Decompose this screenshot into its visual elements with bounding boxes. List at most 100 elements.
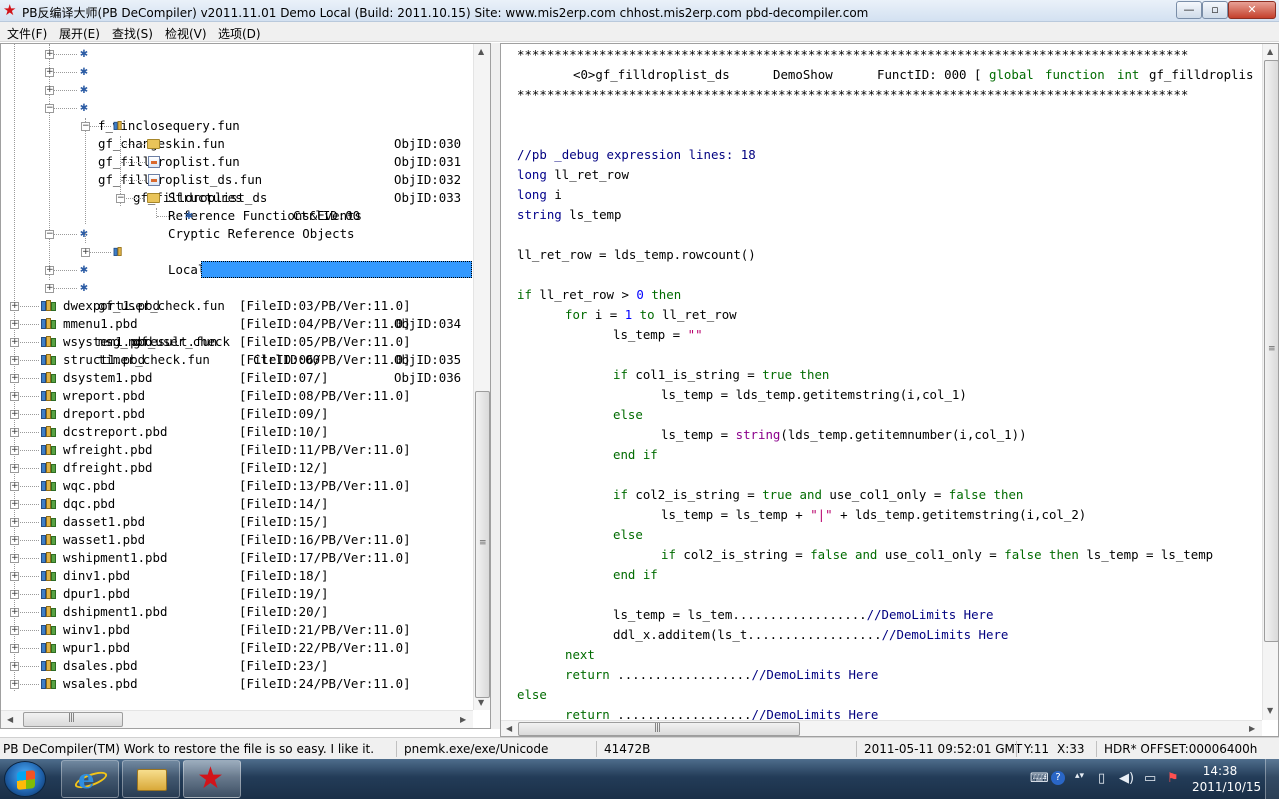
expand-toggle-icon[interactable]: + xyxy=(10,374,19,383)
expand-toggle-icon[interactable]: + xyxy=(10,554,19,563)
scroll-down-arrow-icon[interactable]: ▼ xyxy=(478,698,484,707)
taskbar-pbdecompiler-button[interactable]: ★ xyxy=(183,760,241,798)
expand-toggle-icon[interactable]: + xyxy=(10,644,19,653)
start-button[interactable] xyxy=(4,761,46,797)
expand-toggle-icon[interactable]: + xyxy=(10,320,19,329)
expand-toggle-icon[interactable]: + xyxy=(10,302,19,311)
action-center-icon[interactable]: ▭ xyxy=(1144,771,1156,786)
collapse-toggle-icon[interactable]: − xyxy=(45,104,54,113)
tree-scroll-thumb[interactable]: ≡ xyxy=(475,391,490,698)
expand-toggle-icon[interactable]: + xyxy=(10,356,19,365)
show-desktop-button[interactable] xyxy=(1265,759,1279,799)
tree-node-fun[interactable]: + ✱ gf_changeskin.fun ObjID:031 xyxy=(1,63,473,169)
tree-node-reference-functions[interactable]: Reference Functions&Events xyxy=(1,153,401,223)
app-star-icon[interactable]: ★ xyxy=(3,2,16,19)
tree-node-pbd[interactable]: + wasset1.pbd [FileID:16/PB/Ver:11.0] xyxy=(1,531,473,549)
tree-node-pbd[interactable]: + mmenu1.pbd [FileID:04/PB/Ver:11.0] xyxy=(1,315,473,333)
taskbar-explorer-button[interactable] xyxy=(122,760,180,798)
tree-node-pbd[interactable]: + dwexport1.pbd [FileID:03/PB/Ver:11.0] xyxy=(1,297,473,315)
code-vertical-scrollbar[interactable]: ▲ ≡ ▼ xyxy=(1262,44,1278,720)
scroll-right-arrow-icon[interactable]: ▶ xyxy=(1249,724,1255,733)
expand-toggle-icon[interactable]: + xyxy=(10,410,19,419)
tree-node-pbd[interactable]: + struct1.pbd [FileID:06/PB/Ver:11.0] xyxy=(1,351,473,369)
expand-toggle-icon[interactable]: + xyxy=(45,86,54,95)
scroll-left-arrow-icon[interactable]: ◀ xyxy=(506,724,512,733)
tree-node-pbd[interactable]: + wreport.pbd [FileID:08/PB/Ver:11.0] xyxy=(1,387,473,405)
taskbar-ie-button[interactable]: e xyxy=(61,760,119,798)
expand-toggle-icon[interactable]: + xyxy=(10,536,19,545)
scroll-right-arrow-icon[interactable]: ▶ xyxy=(460,715,466,724)
close-button[interactable]: ✕ xyxy=(1228,1,1276,19)
tree-node-pbd[interactable]: + wsales.pbd [FileID:24/PB/Ver:11.0] xyxy=(1,675,473,693)
tree-node-pbd[interactable]: + dpur1.pbd [FileID:19/] xyxy=(1,585,473,603)
expand-toggle-icon[interactable]: + xyxy=(10,680,19,689)
scroll-up-arrow-icon[interactable]: ▲ xyxy=(478,47,484,56)
tree-node-fun[interactable]: + ✱ msg_noresult.fun ObjID:035 xyxy=(1,261,473,367)
expand-toggle-icon[interactable]: + xyxy=(10,518,19,527)
tree-node-pbd[interactable]: + wshipment1.pbd [FileID:17/PB/Ver:11.0] xyxy=(1,549,473,567)
keyboard-icon[interactable]: ⌨ xyxy=(1030,771,1049,786)
device-icon[interactable]: ▯ xyxy=(1098,771,1105,786)
tree-node-local-functions[interactable]: − Local Functions xyxy=(1,189,401,277)
tree-node-pbd[interactable]: + winv1.pbd [FileID:21/PB/Ver:11.0] xyxy=(1,621,473,639)
help-icon[interactable]: ? xyxy=(1051,771,1065,785)
expand-toggle-icon[interactable]: + xyxy=(10,572,19,581)
tray-clock[interactable]: 14:38 2011/10/15 xyxy=(1192,763,1261,795)
expand-toggle-icon[interactable]: + xyxy=(10,662,19,671)
expand-toggle-icon[interactable]: + xyxy=(10,392,19,401)
expand-toggle-icon[interactable]: + xyxy=(10,464,19,473)
tree-node-object[interactable]: + gf_user_check CtrlID:00 xyxy=(1,233,401,367)
tree-node-fun[interactable]: + ✱ gf_filldroplist.fun ObjID:032 xyxy=(1,81,473,187)
expand-toggle-icon[interactable]: + xyxy=(10,626,19,635)
expand-toggle-icon[interactable]: + xyxy=(45,50,54,59)
expand-toggle-icon[interactable]: + xyxy=(81,248,90,257)
menu-file[interactable]: 文件(F) xyxy=(7,25,47,42)
tree-node-fun[interactable]: + ✱ timer_check.fun ObjID:036 xyxy=(1,279,473,385)
object-tree[interactable]: + ✱ f_winclosequery.fun ObjID:030 + ✱ gf… xyxy=(1,44,473,710)
tree-node-pbd[interactable]: + dsales.pbd [FileID:23/] xyxy=(1,657,473,675)
volume-icon[interactable]: ◀) xyxy=(1119,771,1134,786)
expand-toggle-icon[interactable]: + xyxy=(10,428,19,437)
expand-toggle-icon[interactable]: + xyxy=(10,338,19,347)
scroll-down-arrow-icon[interactable]: ▼ xyxy=(1267,706,1273,715)
network-icon[interactable]: ▴▾ xyxy=(1075,771,1084,781)
tree-node-pbd[interactable]: + wpur1.pbd [FileID:22/PB/Ver:11.0] xyxy=(1,639,473,657)
expand-toggle-icon[interactable]: + xyxy=(10,500,19,509)
tree-node-pbd[interactable]: + wqc.pbd [FileID:13/PB/Ver:11.0] xyxy=(1,477,473,495)
tree-node-pbd[interactable]: + dreport.pbd [FileID:09/] xyxy=(1,405,473,423)
tree-node-fun[interactable]: + ✱ f_winclosequery.fun ObjID:030 xyxy=(1,45,473,151)
tree-node-pbd[interactable]: + dqc.pbd [FileID:14/] xyxy=(1,495,473,513)
expand-toggle-icon[interactable]: + xyxy=(45,266,54,275)
collapse-toggle-icon[interactable]: − xyxy=(116,194,125,203)
menu-find[interactable]: 查找(S) xyxy=(112,25,153,42)
expand-toggle-icon[interactable]: + xyxy=(10,608,19,617)
code-scroll-thumb[interactable]: ≡ xyxy=(1264,60,1278,642)
tree-node-pbd[interactable]: + dinv1.pbd [FileID:18/] xyxy=(1,567,473,585)
code-hscroll-thumb[interactable]: ||| xyxy=(518,722,800,736)
tree-node-pbd[interactable]: + wfreight.pbd [FileID:11/PB/Ver:11.0] xyxy=(1,441,473,459)
tree-hscroll-thumb[interactable]: ||| xyxy=(23,712,123,727)
flag-icon[interactable]: ⚑ xyxy=(1167,771,1179,786)
tree-vertical-scrollbar[interactable]: ▲ ≡ ▼ xyxy=(473,44,490,710)
menu-options[interactable]: 选项(D) xyxy=(218,25,261,42)
expand-toggle-icon[interactable]: + xyxy=(10,446,19,455)
tree-node-pbd[interactable]: + dcstreport.pbd [FileID:10/] xyxy=(1,423,473,441)
maximize-button[interactable]: ▫ xyxy=(1202,1,1228,19)
expand-toggle-icon[interactable]: + xyxy=(10,482,19,491)
menu-view[interactable]: 检视(V) xyxy=(165,25,207,42)
tree-node-fun[interactable]: − ✱ gf_user_check.fun ObjID:034 xyxy=(1,225,473,331)
tree-horizontal-scrollbar[interactable]: ◀ ||| ▶ xyxy=(1,710,473,728)
tree-node-object[interactable]: − gf_filldroplist_ds CtrlID:00 xyxy=(1,117,401,223)
expand-toggle-icon[interactable]: + xyxy=(45,284,54,293)
collapse-toggle-icon[interactable]: − xyxy=(81,122,90,131)
tree-node-pbd[interactable]: + dsystem1.pbd [FileID:07/] xyxy=(1,369,473,387)
collapse-toggle-icon[interactable]: − xyxy=(45,230,54,239)
code-view[interactable]: ****************************************… xyxy=(501,44,1262,720)
tree-node-pbd[interactable]: + dasset1.pbd [FileID:15/] xyxy=(1,513,473,531)
menu-expand[interactable]: 展开(E) xyxy=(59,25,100,42)
scroll-left-arrow-icon[interactable]: ◀ xyxy=(7,715,13,724)
tree-node-pbd[interactable]: + dfreight.pbd [FileID:12/] xyxy=(1,459,473,477)
code-horizontal-scrollbar[interactable]: ◀ ||| ▶ xyxy=(501,720,1262,736)
tree-node-structures[interactable]: Structures xyxy=(1,135,401,205)
tree-node-cryptic-reference[interactable]: Cryptic Reference Objects xyxy=(1,171,401,241)
